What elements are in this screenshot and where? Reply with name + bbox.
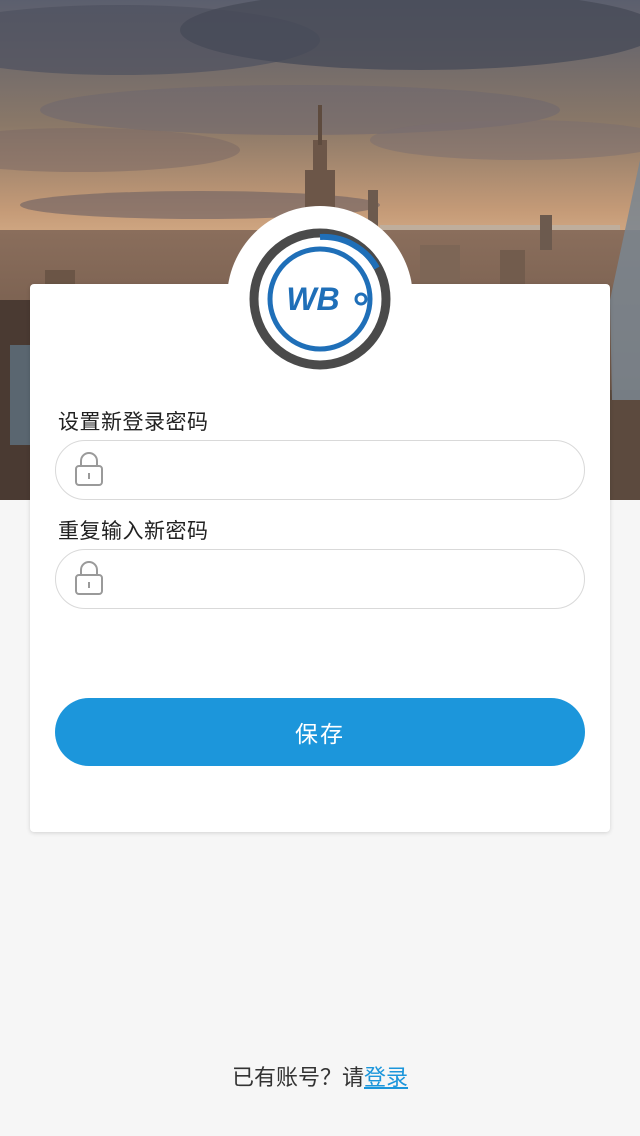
logo-badge: WB: [227, 206, 413, 392]
new-password-field[interactable]: [55, 440, 585, 501]
login-link[interactable]: 登录: [364, 1066, 408, 1091]
new-password-label: 设置新登录密码: [58, 410, 209, 434]
wb-logo-icon: WB: [249, 228, 391, 370]
lock-icon: [75, 452, 103, 486]
new-password-input[interactable]: [120, 441, 564, 501]
footer-login-prompt: 已有账号？请登录: [0, 1060, 640, 1092]
lock-icon: [75, 561, 103, 595]
repeat-password-input[interactable]: [120, 550, 564, 610]
repeat-password-field[interactable]: [55, 549, 585, 610]
footer-prompt-text: 已有账号？请: [231, 1066, 364, 1091]
repeat-password-label: 重复输入新密码: [58, 519, 209, 543]
save-button[interactable]: 保存: [55, 698, 585, 766]
logo-text: WB: [286, 281, 339, 317]
